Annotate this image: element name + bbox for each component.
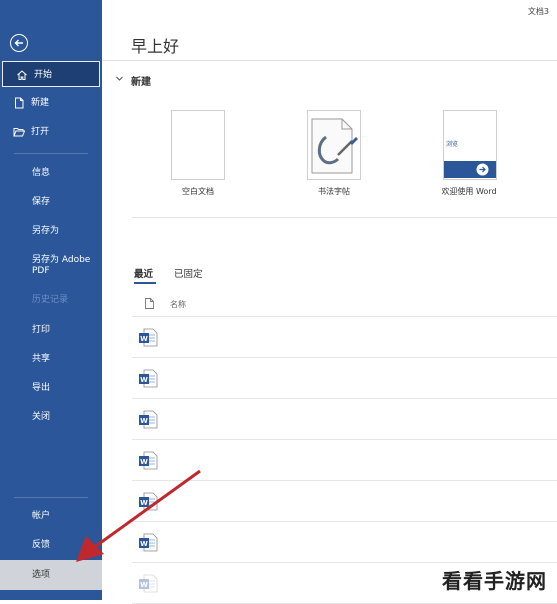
svg-text:W: W [140,540,148,548]
sidebar-item-new[interactable]: 新建 [0,90,102,116]
sidebar-item-open[interactable]: 打开 [0,119,102,145]
svg-text:W: W [140,581,148,589]
sidebar-item-home[interactable]: 开始 [2,61,100,87]
tab-active-indicator [134,282,156,284]
column-header-name[interactable]: 名称 [170,299,186,310]
sidebar-item-close[interactable]: 关闭 [0,404,102,430]
recent-file-row[interactable]: W [132,358,557,399]
sidebar-item-label: 打开 [31,127,50,137]
sidebar-item-label: 关闭 [32,412,51,422]
template-calligraphy[interactable] [307,110,361,180]
word-doc-icon: W [139,410,158,429]
divider [102,60,557,61]
arrow-right-icon [476,163,489,176]
sidebar-item-account[interactable]: 帐户 [0,503,102,529]
folder-open-icon [13,128,25,137]
document-title: 文档3 [527,7,549,16]
sidebar-item-feedback[interactable]: 反馈 [0,532,102,558]
new-section-title: 新建 [131,77,151,88]
recent-file-row[interactable]: W [132,522,557,563]
new-document-icon [15,97,24,109]
sidebar-item-label: 新建 [31,98,50,108]
greeting-heading: 早上好 [131,37,180,56]
watermark-logo: 看看手游网 [427,562,547,594]
sidebar-item-print[interactable]: 打印 [0,317,102,343]
sidebar-item-options[interactable]: 选项 [0,560,102,590]
backstage-sidebar: 开始 新建 打开 信息 保存 另存为 另存为 Adobe PDF 历史记录 打印… [0,0,102,600]
sidebar-item-label: 共享 [32,354,51,364]
calligraphy-brush-icon [311,118,358,174]
template-welcome-word[interactable]: 浏览 [443,110,497,180]
tab-recent[interactable]: 最近 [134,266,153,280]
recent-file-row[interactable]: W [132,440,557,481]
sidebar-item-save[interactable]: 保存 [0,189,102,215]
sidebar-item-label: 导出 [32,383,51,393]
sidebar-item-info[interactable]: 信息 [0,160,102,186]
recent-file-row[interactable]: W [132,399,557,440]
sidebar-item-save-as[interactable]: 另存为 [0,218,102,244]
word-doc-icon: W [139,574,158,593]
template-blank-document[interactable] [171,110,225,180]
sidebar-item-share[interactable]: 共享 [0,346,102,372]
word-doc-icon: W [139,492,158,511]
sidebar-item-label: 保存 [32,197,51,207]
svg-text:W: W [140,376,148,384]
sidebar-item-label: 选项 [32,570,51,580]
template-label: 书法字帖 [318,187,350,196]
sidebar-item-label: 打印 [32,325,51,335]
template-thumb-text: 浏览 [446,141,459,148]
svg-text:W: W [140,335,148,343]
sidebar-item-label: 另存为 Adobe PDF [32,255,91,276]
word-doc-icon: W [139,369,158,388]
sidebar-divider [14,153,88,154]
file-icon [145,298,154,309]
svg-text:W: W [140,499,148,507]
sidebar-item-save-as-pdf[interactable]: 另存为 Adobe PDF [0,253,102,281]
template-label: 欢迎使用 Word [441,187,497,196]
home-icon [17,70,27,80]
recent-file-row[interactable]: W [132,317,557,358]
sidebar-item-label: 开始 [34,70,53,80]
sidebar-divider [14,497,88,498]
svg-text:W: W [140,458,148,466]
word-doc-icon: W [139,533,158,552]
sidebar-item-history: 历史记录 [0,287,102,313]
word-doc-icon: W [139,328,158,347]
sidebar-item-label: 另存为 [32,226,60,236]
tab-pinned[interactable]: 已固定 [174,266,203,280]
sidebar-item-label: 反馈 [32,540,51,550]
sidebar-item-label: 帐户 [32,511,51,521]
sidebar-item-label: 历史记录 [32,295,69,305]
divider [132,217,557,218]
sidebar-item-export[interactable]: 导出 [0,375,102,401]
recent-file-row[interactable]: W [132,481,557,522]
sidebar-item-label: 信息 [32,168,51,178]
back-arrow-icon[interactable] [10,34,28,52]
chevron-down-icon[interactable] [115,74,124,83]
watermark-text: 看看手游网 [442,569,547,593]
template-label: 空白文档 [182,187,214,196]
svg-text:W: W [140,417,148,425]
word-doc-icon: W [139,451,158,470]
